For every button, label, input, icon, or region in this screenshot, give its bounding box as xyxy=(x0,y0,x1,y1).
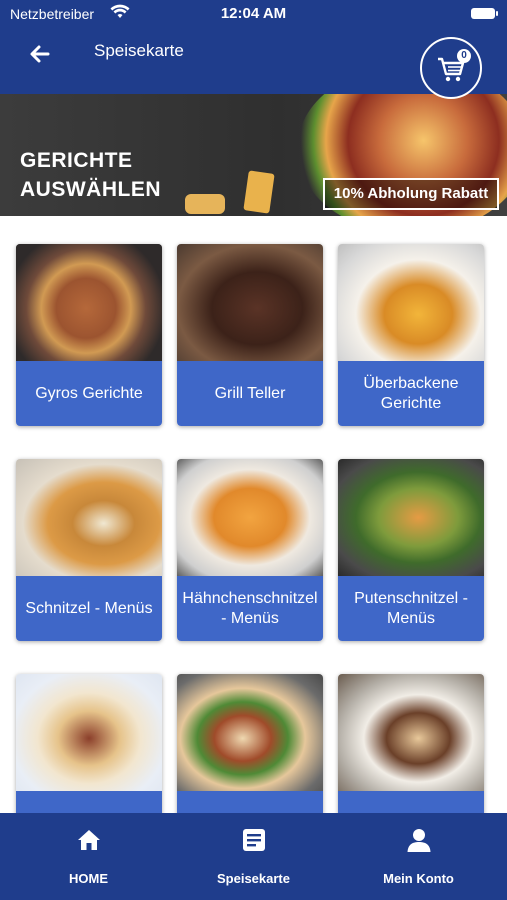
category-grid: Gyros Gerichte Grill Teller Überbackene … xyxy=(0,216,507,813)
haehnchenschnitzel-image xyxy=(177,459,323,576)
crepe-image xyxy=(338,674,484,791)
category-card-grill[interactable]: Grill Teller xyxy=(177,244,323,426)
category-label xyxy=(177,791,323,813)
category-label: Gyros Gerichte xyxy=(16,361,162,426)
putenschnitzel-image xyxy=(338,459,484,576)
tab-mein-konto[interactable]: Mein Konto xyxy=(334,813,503,900)
tab-home[interactable]: HOME xyxy=(4,813,173,900)
tab-home-label: HOME xyxy=(69,871,108,886)
category-card-8[interactable] xyxy=(177,674,323,813)
status-bar: Netzbetreiber 12:04 AM xyxy=(0,0,507,30)
category-label xyxy=(16,791,162,813)
schnitzel-image xyxy=(16,459,162,576)
banner-fries-decoration-2 xyxy=(185,194,225,214)
hero-banner: GERICHTE AUSWÄHLEN 10% Abholung Rabatt xyxy=(0,94,507,216)
category-card-9[interactable] xyxy=(338,674,484,813)
tab-mein-konto-label: Mein Konto xyxy=(383,871,454,886)
home-icon xyxy=(78,830,100,850)
cart-count-badge: 0 xyxy=(457,49,471,63)
gyros-image xyxy=(16,244,162,361)
banner-fries-decoration xyxy=(243,170,275,214)
page-title: Speisekarte xyxy=(94,41,184,60)
category-card-haehnchenschnitzel[interactable]: Hähnchenschnitzel - Menüs xyxy=(177,459,323,641)
category-card-putenschnitzel[interactable]: Putenschnitzel - Menüs xyxy=(338,459,484,641)
doener-image xyxy=(16,674,162,791)
bottom-tab-bar: HOME Speisekarte Mein Konto xyxy=(0,813,507,900)
tab-speisekarte-label: Speisekarte xyxy=(217,871,290,886)
category-label: Putenschnitzel - Menüs xyxy=(338,576,484,641)
app-header: Speisekarte 0 xyxy=(0,30,507,99)
category-card-ueberbackene[interactable]: Überbackene Gerichte xyxy=(338,244,484,426)
grill-image xyxy=(177,244,323,361)
category-card-gyros[interactable]: Gyros Gerichte xyxy=(16,244,162,426)
category-card-7[interactable] xyxy=(16,674,162,813)
category-card-schnitzel[interactable]: Schnitzel - Menüs xyxy=(16,459,162,641)
back-arrow-icon[interactable] xyxy=(26,40,54,68)
category-label xyxy=(338,791,484,813)
wrap-image xyxy=(177,674,323,791)
clock: 12:04 AM xyxy=(220,5,287,22)
tab-speisekarte[interactable]: Speisekarte xyxy=(169,813,338,900)
battery-icon xyxy=(471,8,498,19)
category-label: Hähnchenschnitzel - Menüs xyxy=(177,576,323,641)
user-icon xyxy=(407,829,431,852)
ueberbackene-image xyxy=(338,244,484,361)
banner-heading: GERICHTE AUSWÄHLEN xyxy=(20,146,161,204)
banner-heading-line1: GERICHTE xyxy=(20,149,133,172)
category-label: Schnitzel - Menüs xyxy=(16,576,162,641)
menu-list-icon xyxy=(243,829,265,851)
cart-button[interactable]: 0 xyxy=(420,37,482,99)
discount-badge: 10% Abholung Rabatt xyxy=(323,178,499,210)
category-label: Überbackene Gerichte xyxy=(338,361,484,426)
category-label: Grill Teller xyxy=(177,361,323,426)
banner-heading-line2: AUSWÄHLEN xyxy=(20,178,161,201)
